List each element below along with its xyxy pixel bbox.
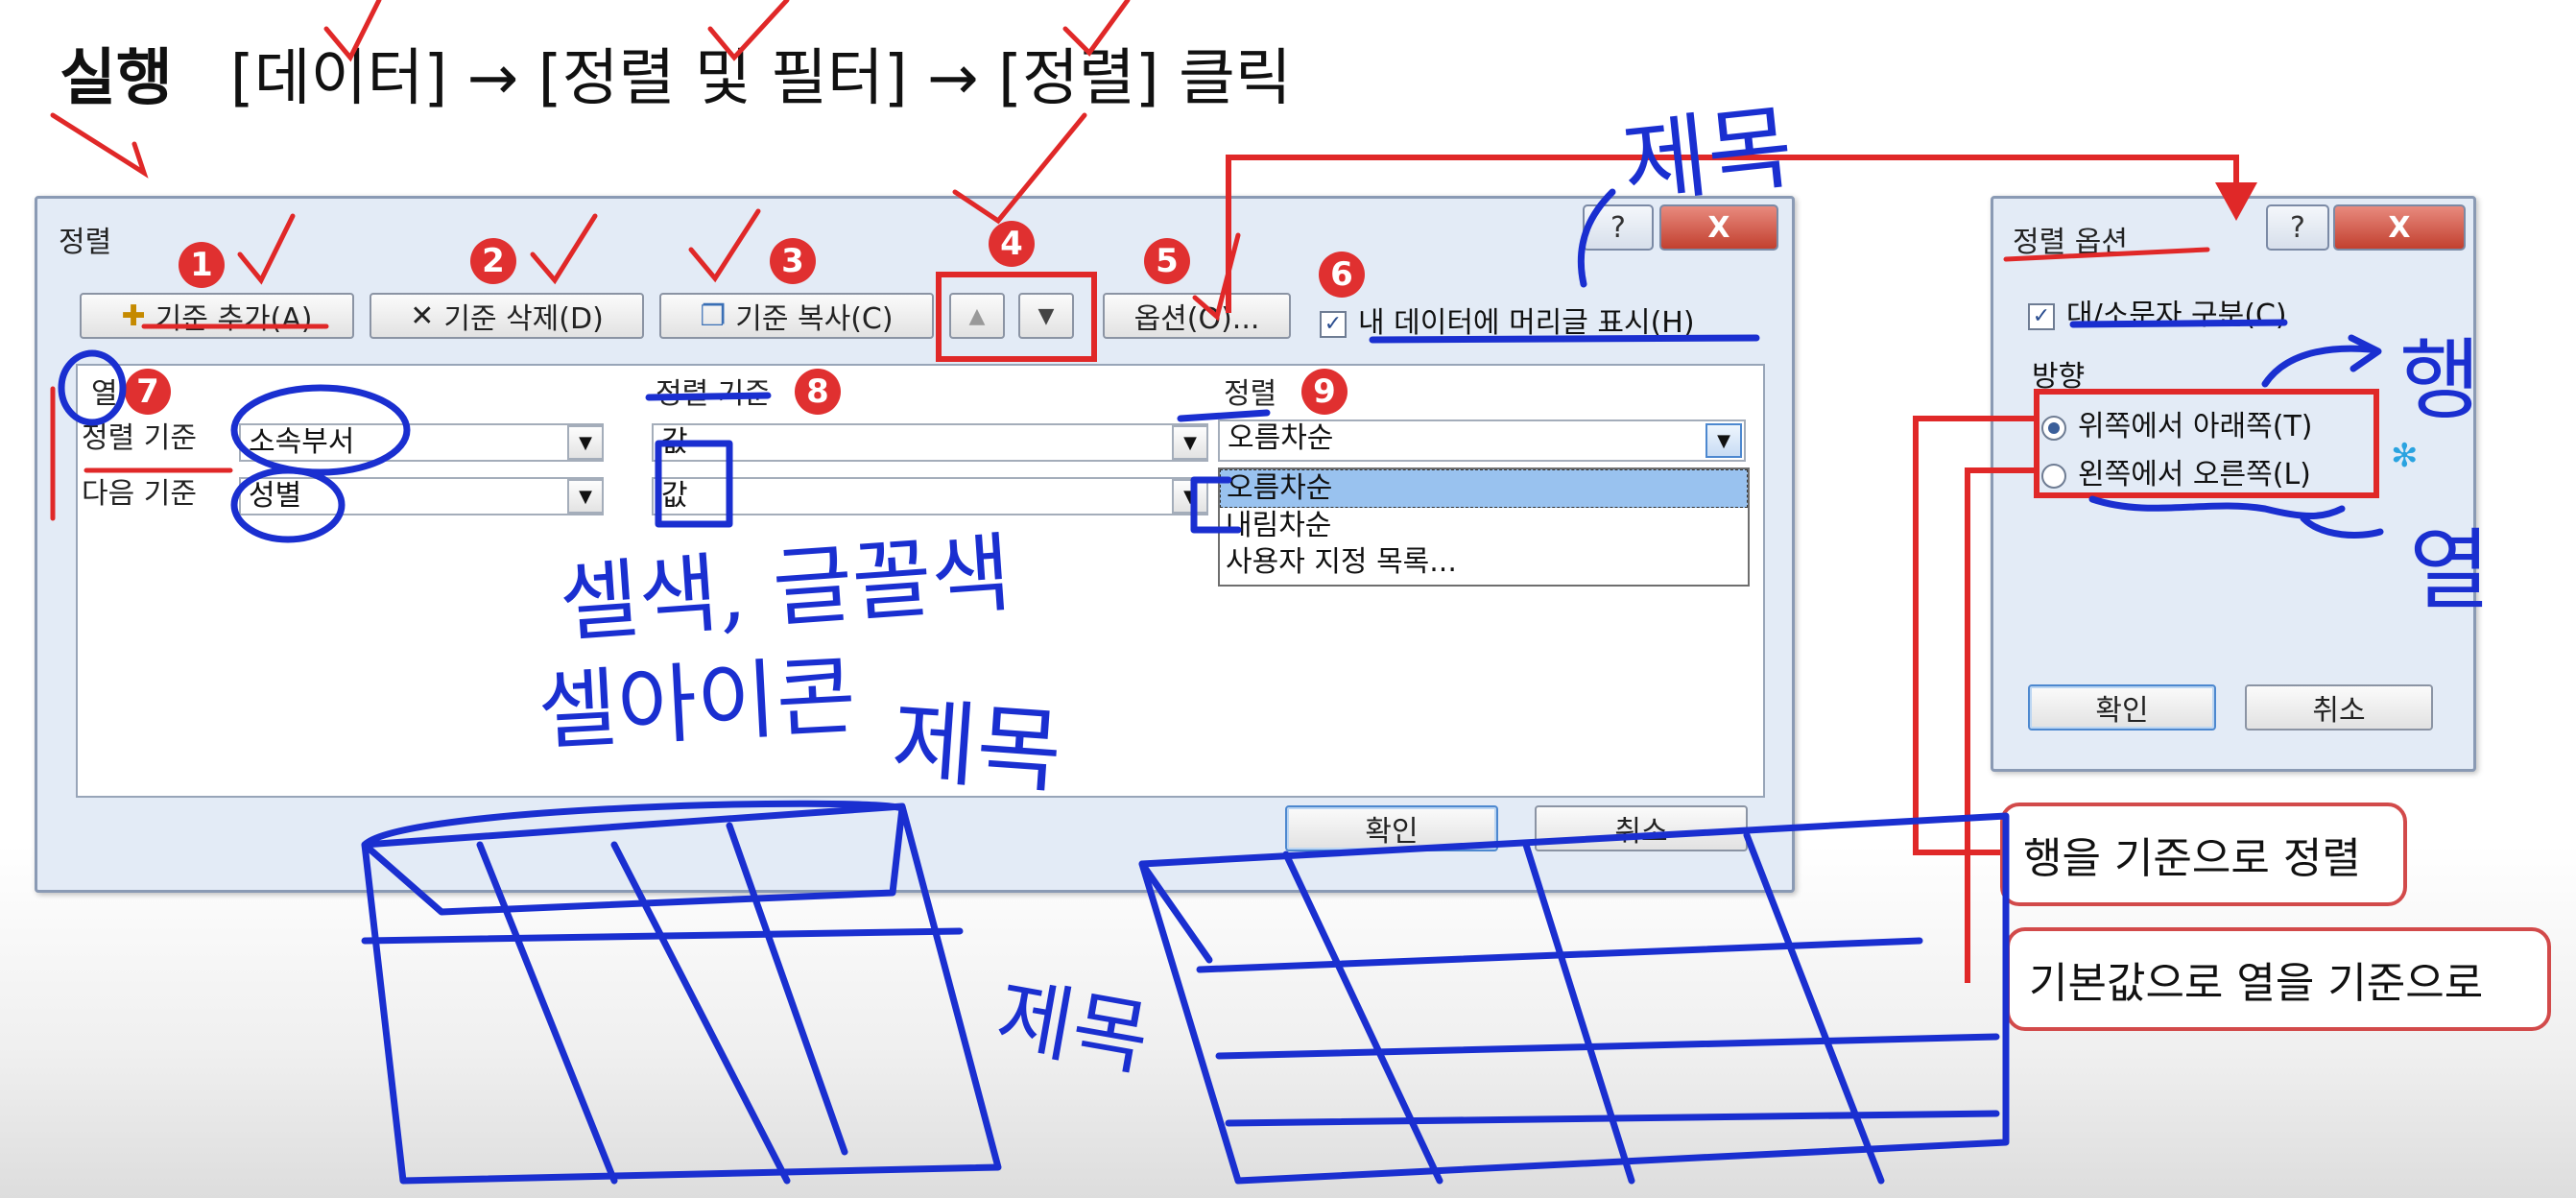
row1-column-value: 소속부서 [249,425,355,459]
arrow-icon [50,112,149,179]
cancel-button[interactable]: 취소 [1535,805,1748,851]
badge-5: 5 [1144,238,1190,284]
move-up-button[interactable]: ▲ [949,293,1005,339]
direction-label: 방향 [2032,360,2086,394]
instruction-headline: 실행 [데이터] → [정렬 및 필터] → [정렬] 클릭 [60,29,1292,117]
case-sensitive-row[interactable]: ✓ 대/소문자 구분(C) [2028,291,2287,333]
ok-button[interactable]: 확인 [1285,805,1498,851]
headline-bold: 실행 [60,43,173,114]
row1-column-select[interactable]: 소속부서 [239,423,604,462]
row2-sorton-value: 값 [661,479,688,513]
badge-8: 8 [795,369,841,415]
row2-column-select[interactable]: 성별 [239,477,604,515]
left-to-right-label: 왼쪽에서 오른쪽(L) [2078,458,2311,491]
handwriting-note-2: 셀아이콘 [535,645,859,763]
delete-level-label: 기준 삭제(D) [443,302,604,336]
headline-path: [데이터] → [정렬 및 필터] → [정렬] 클릭 [229,43,1292,114]
move-down-button[interactable]: ▼ [1018,293,1074,339]
handwriting-title-3: 제목 [990,967,1157,1089]
header-checkbox-label: 내 데이터에 머리글 표시(H) [1358,306,1695,340]
copy-icon: ❐ [700,299,727,333]
copy-level-button[interactable]: ❐ 기준 복사(C) [659,293,934,339]
badge-2: 2 [470,238,516,284]
header-checkbox-row[interactable]: ✓ 내 데이터에 머리글 표시(H) [1320,299,1695,341]
column-header-sort-on: 정렬 기준 [656,377,771,411]
sketch-table-lines [1196,937,2000,1127]
badge-9: 9 [1301,369,1348,415]
row2-column-value: 성별 [249,479,302,513]
options-button[interactable]: 옵션(O)... [1103,293,1291,339]
column-header-order: 정렬 [1224,377,1277,411]
copy-level-label: 기준 복사(C) [735,302,894,336]
badge-3: 3 [770,238,816,284]
row1-order-value: 오름차순 [1228,421,1334,455]
options-ok-button[interactable]: 확인 [2028,684,2216,731]
row1-order-dropdown-icon[interactable]: ▼ [1705,423,1742,458]
options-close-button[interactable]: X [2333,204,2466,251]
sort-dialog-title: 정렬 [59,226,112,259]
add-level-icon: ✚ [121,299,146,333]
badge-6: 6 [1319,252,1365,298]
callout-by-column: 기본값으로 열을 기준으로 [2006,927,2551,1031]
case-checkbox-icon[interactable]: ✓ [2028,302,2055,330]
order-dropdown-list: 오름차순 내림차순 사용자 지정 목록... [1218,467,1750,587]
sketch-table-lines [361,927,964,945]
top-to-bottom-label: 위쪽에서 아래쪽(T) [2078,410,2313,443]
checkbox-checked-icon[interactable]: ✓ [1320,310,1347,338]
radio-selected-icon[interactable] [2041,415,2066,441]
row1-sorton-select[interactable]: 값 [652,423,1208,462]
options-help-button[interactable]: ? [2266,204,2329,251]
row1-sorton-dropdown-icon[interactable]: ▼ [1172,425,1208,460]
row2-sorton-dropdown-icon[interactable]: ▼ [1172,479,1208,514]
handwriting-title-2: 제목 [888,686,1065,807]
badge-4: 4 [989,221,1035,267]
order-option[interactable]: 오름차순 [1220,469,1748,508]
options-cancel-button[interactable]: 취소 [2245,684,2433,731]
delete-level-button[interactable]: ✕ 기준 삭제(D) [370,293,644,339]
badge-7: 7 [125,369,171,415]
options-dialog-title: 정렬 옵션 [2013,226,2128,259]
column-header-column: 열 [91,377,118,411]
left-to-right-radio-row[interactable]: 왼쪽에서 오른쪽(L) [2041,450,2311,492]
top-to-bottom-radio-row[interactable]: 위쪽에서 아래쪽(T) [2041,402,2312,444]
row2-label: 다음 기준 [82,477,197,511]
delete-icon: ✕ [410,299,435,333]
handwriting-column: 열 [2409,519,2491,622]
row1-sorton-value: 값 [661,425,688,459]
handwriting-title-1: 제목 [1617,93,1798,218]
sort-options-dialog: 정렬 옵션 ? X ✓ 대/소문자 구분(C) 방향 위쪽에서 아래쪽(T) 왼쪽… [1991,196,2476,772]
sparkle-icon: ✻ [2391,437,2419,475]
handwriting-row: 행 [2399,329,2481,432]
order-option[interactable]: 내림차순 [1220,508,1748,544]
row1-label: 정렬 기준 [82,421,197,455]
row1-order-select[interactable]: 오름차순 [1218,419,1746,462]
add-level-label: 기준 추가(A) [155,302,313,336]
badge-1: 1 [179,242,225,288]
order-option[interactable]: 사용자 지정 목록... [1220,544,1748,581]
row1-column-dropdown-icon[interactable]: ▼ [567,425,604,460]
add-level-button[interactable]: ✚ 기준 추가(A) [80,293,354,339]
radio-unselected-icon[interactable] [2041,463,2066,489]
case-sensitive-label: 대/소문자 구분(C) [2066,299,2287,332]
row2-column-dropdown-icon[interactable]: ▼ [567,479,604,514]
callout-by-row: 행을 기준으로 정렬 [2000,803,2407,906]
